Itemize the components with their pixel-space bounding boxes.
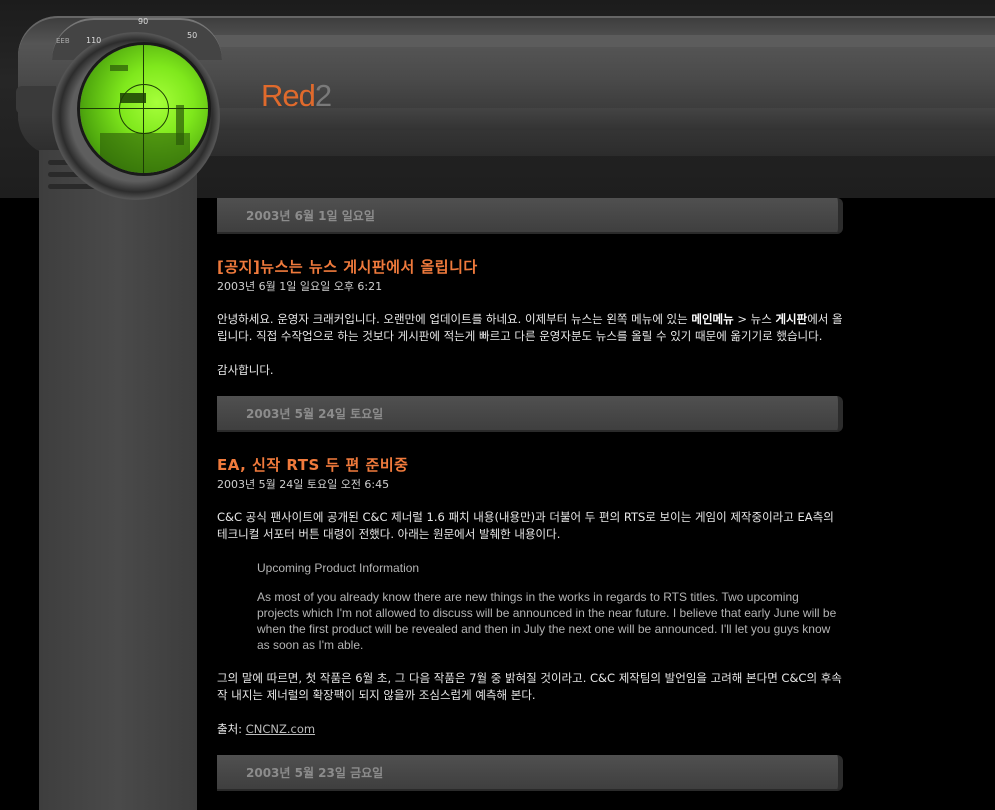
source-link[interactable]: CNCNZ.com (246, 722, 315, 736)
post-paragraph: 안녕하세요. 운영자 크래커입니다. 오랜만에 업데이트를 하네요. 이제부터 … (217, 311, 843, 345)
bold-text: 메인메뉴 (691, 312, 734, 326)
main-content: 2003년 6월 1일 일요일 [공지]뉴스는 뉴스 게시판에서 올립니다 20… (217, 198, 843, 791)
text-span: > 뉴스 (733, 312, 776, 326)
date-bar-label: 2003년 5월 23일 금요일 (246, 766, 384, 780)
post-timestamp: 2003년 6월 1일 일요일 오후 6:21 (217, 280, 383, 293)
post-title[interactable]: [공지]뉴스는 뉴스 게시판에서 올립니다 (217, 256, 843, 277)
site-title-suffix: 2 (314, 78, 332, 113)
post-paragraph: C&C 공식 팬사이트에 공개된 C&C 제너럴 1.6 패치 내용(내용만)과… (217, 510, 834, 541)
post-body: 안녕하세요. 운영자 크래커입니다. 오랜만에 업데이트를 하네요. 이제부터 … (217, 311, 843, 379)
site-logo-title[interactable]: Red2 (261, 78, 332, 114)
scope-lens-image (80, 45, 208, 173)
date-bar: 2003년 5월 24일 토요일 (217, 396, 843, 432)
bold-text: 게시판 (775, 312, 808, 326)
scope-tick-label: 50 (187, 31, 198, 40)
header-stripe (200, 35, 995, 47)
text-span: 안녕하세요. 운영자 크래커입니다. 오랜만에 업데이트를 하네요. 이제부터 … (217, 312, 692, 326)
date-bar: 2003년 6월 1일 일요일 (217, 198, 843, 234)
scope-side-mount (16, 86, 56, 114)
post-title[interactable]: EA, 신작 RTS 두 편 준비중 (217, 454, 843, 475)
date-bar-label: 2003년 6월 1일 일요일 (246, 209, 375, 223)
post-body: C&C 공식 팬사이트에 공개된 C&C 제너럴 1.6 패치 내용(내용만)과… (217, 509, 843, 738)
scope-tick-label: 110 (86, 36, 102, 45)
scope-tick-label: 90 (138, 17, 149, 26)
source-line: 출처: CNCNZ.com (217, 721, 843, 738)
date-bar: 2003년 5월 23일 금요일 (217, 755, 843, 791)
post-paragraph: 감사합니다. (217, 363, 274, 377)
post-paragraph: 그의 말에 따르면, 첫 작품은 6월 초, 그 다음 작품은 7월 중 밝혀질… (217, 671, 842, 702)
scope-brand-label: ЕЕВ (56, 37, 70, 45)
quote-title: Upcoming Product Information (257, 561, 420, 575)
post-timestamp: 2003년 5월 24일 토요일 오전 6:45 (217, 478, 390, 491)
blockquote: Upcoming Product Information As most of … (257, 560, 843, 653)
date-bar-label: 2003년 5월 24일 토요일 (246, 407, 384, 421)
site-title-main: Red (261, 78, 316, 113)
source-label: 출처: (217, 722, 246, 736)
quote-body: As most of you already know there are ne… (257, 590, 837, 652)
sidebar (39, 150, 197, 810)
